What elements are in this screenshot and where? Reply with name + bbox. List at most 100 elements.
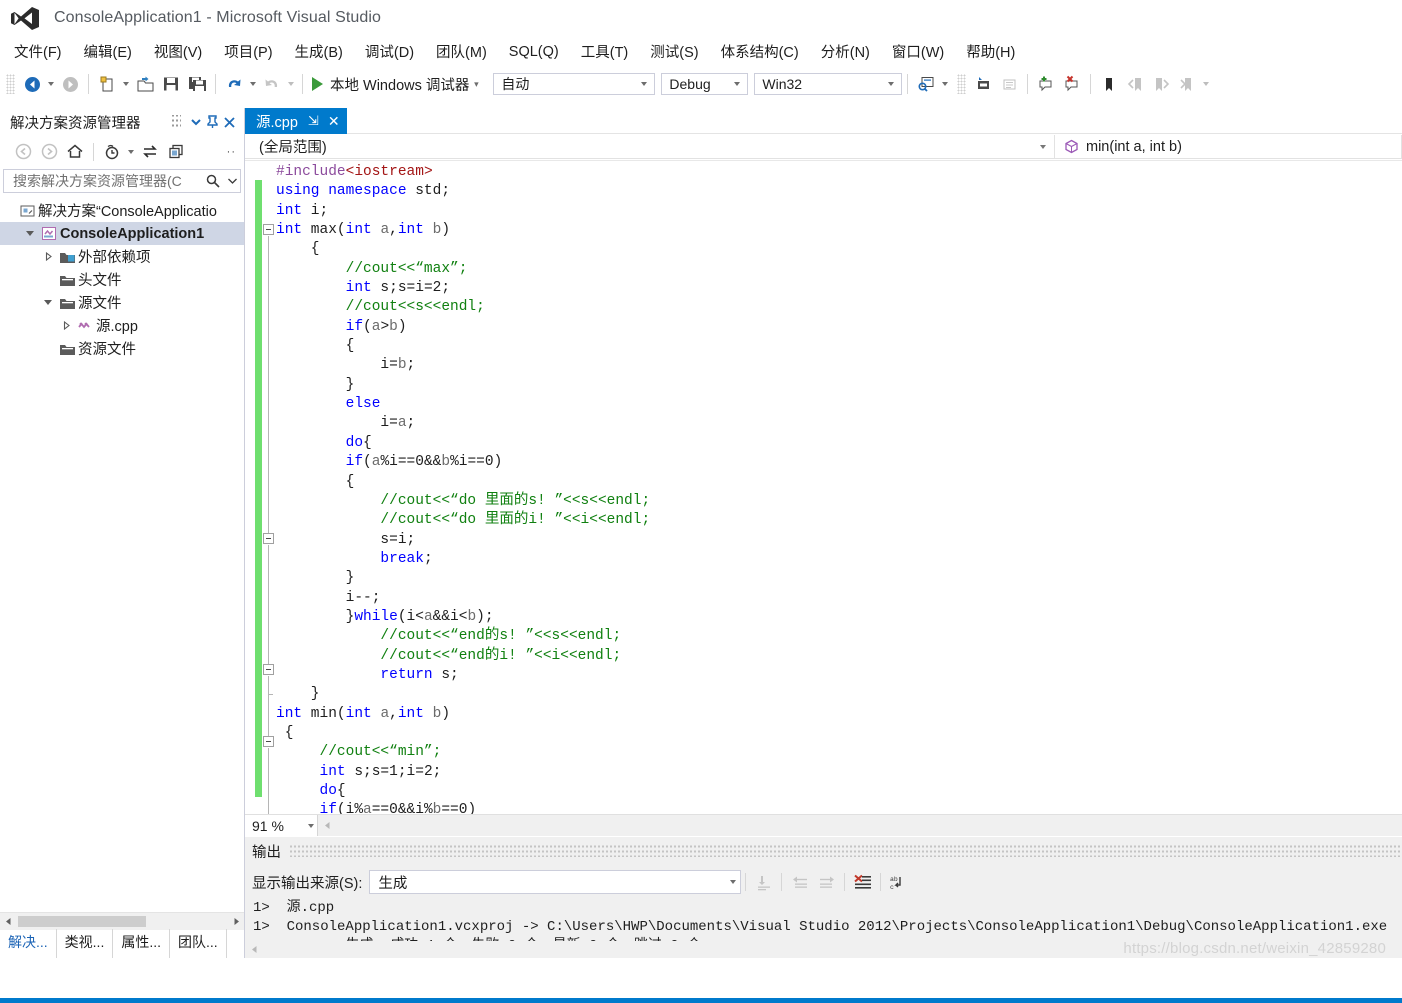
pin-icon[interactable] [204,114,221,131]
undo-dropdown-icon[interactable] [247,71,259,97]
add-breakpoint-icon[interactable] [1033,71,1059,97]
jump-to-icon[interactable] [750,869,777,895]
close-icon[interactable] [221,114,238,131]
tab-class-view[interactable]: 类视... [57,929,114,958]
menu-item-project[interactable]: 项目(P) [224,39,284,64]
chevron-down-icon[interactable] [187,114,204,131]
forward-icon[interactable] [36,140,62,164]
fold-box-min[interactable] [263,736,274,747]
find-icon[interactable] [913,71,939,97]
tree-item-source-cpp[interactable]: 源.cpp [0,314,244,337]
word-wrap-icon[interactable]: ab c [885,869,912,895]
find-dropdown-icon[interactable] [939,71,951,97]
tree-item-project[interactable]: ConsoleApplication1 [0,222,244,245]
scrollbar-track[interactable] [16,915,228,928]
close-icon[interactable]: ✕ [328,113,340,130]
tab-properties[interactable]: 属性... [113,929,171,958]
menu-item-view[interactable]: 视图(V) [154,39,214,64]
go-to-next-icon[interactable] [813,869,840,895]
clear-bookmarks-icon[interactable] [1174,71,1200,97]
fold-box-max[interactable] [263,224,274,235]
collapse-all-icon[interactable] [163,140,189,164]
redo-icon[interactable] [259,71,285,97]
menu-item-build[interactable]: 生成(B) [295,39,355,64]
tree-item-source-files[interactable]: 源文件 [0,291,244,314]
tree-expander[interactable] [22,231,38,236]
tab-team-explorer[interactable]: 团队... [170,929,227,958]
uncomment-icon[interactable] [996,71,1022,97]
menu-item-edit[interactable]: 编辑(E) [84,39,144,64]
toolbar-overflow-icon[interactable] [1200,71,1212,97]
tree-item-resource-files[interactable]: 资源文件 [0,337,244,360]
scope-combo[interactable]: (全局范围) [245,135,1055,159]
outlining-margin[interactable] [262,161,276,816]
tree-item-header-files[interactable]: 头文件 [0,268,244,291]
menu-item-analyze[interactable]: 分析(N) [821,39,882,64]
bookmark-icon[interactable] [1096,71,1122,97]
start-debugging-button[interactable]: 本地 Windows 调试器 ▾ [308,71,487,97]
chevron-down-icon[interactable] [125,140,137,164]
menu-item-architecture[interactable]: 体系结构(C) [721,39,811,64]
search-dropdown-icon[interactable] [224,178,240,184]
menu-item-sql[interactable]: SQL(Q) [509,42,571,62]
scroll-left-icon[interactable] [0,914,16,930]
pin-icon[interactable]: ⇲ [308,113,319,129]
prev-bookmark-icon[interactable] [1122,71,1148,97]
toolbar-grip[interactable] [957,74,967,94]
menu-item-debug[interactable]: 调试(D) [365,39,426,64]
toolbar-grip[interactable] [6,74,15,94]
menu-item-test[interactable]: 测试(S) [650,39,710,64]
delete-breakpoint-icon[interactable] [1059,71,1085,97]
document-tab-source-cpp[interactable]: 源.cpp ⇲ ✕ [245,108,347,134]
navigate-back-dropdown-icon[interactable] [45,71,57,97]
menu-item-file[interactable]: 文件(F) [14,39,74,64]
sync-icon[interactable] [137,140,163,164]
comment-icon[interactable] [970,71,996,97]
code-editor[interactable]: #include<iostream> using namespace std; in… [245,161,1402,816]
scroll-left-icon[interactable] [318,815,336,836]
debug-target-combo[interactable]: 自动 [493,73,656,95]
output-text[interactable]: 1> 源.cpp 1> ConsoleApplication1.vcxproj … [245,899,1402,941]
search-input[interactable] [11,172,202,190]
new-project-dropdown-icon[interactable] [120,71,132,97]
search-icon[interactable] [202,174,224,188]
tree-expander[interactable] [58,321,74,330]
zoom-level-combo[interactable]: 91 % [245,815,318,836]
new-project-icon[interactable] [94,71,120,97]
solution-explorer-horizontal-scrollbar[interactable] [0,912,244,930]
tree-item-solution[interactable]: 解决方案“ConsoleApplicatio [0,199,244,222]
fold-box-inner[interactable] [263,533,274,544]
panel-grip[interactable] [289,845,1402,857]
pending-changes-icon[interactable] [99,140,125,164]
scroll-right-icon[interactable] [228,914,244,930]
home-icon[interactable] [62,140,88,164]
menu-item-window[interactable]: 窗口(W) [892,39,956,64]
start-debugging-dropdown-icon[interactable]: ▾ [469,79,483,90]
scrollbar-thumb[interactable] [18,916,146,927]
configuration-combo[interactable]: Debug [661,73,749,95]
output-source-combo[interactable]: 生成 [369,870,742,894]
redo-dropdown-icon[interactable] [285,71,297,97]
menu-item-team[interactable]: 团队(M) [436,39,499,64]
solution-search-box[interactable] [3,169,241,193]
next-bookmark-icon[interactable] [1148,71,1174,97]
menu-item-tools[interactable]: 工具(T) [581,39,641,64]
tree-item-external-dependencies[interactable]: 外部依赖项 [0,245,244,268]
scroll-left-icon[interactable] [245,939,263,960]
open-file-icon[interactable] [132,71,158,97]
tree-expander[interactable] [40,300,56,305]
overflow-icon[interactable]: ·· [227,146,236,158]
back-icon[interactable] [10,140,36,164]
fold-box-end[interactable] [263,664,274,675]
tree-expander[interactable] [40,252,56,261]
tab-solution-explorer[interactable]: 解决... [0,929,57,958]
clear-all-icon[interactable] [849,869,876,895]
menu-item-help[interactable]: 帮助(H) [966,39,1027,64]
undo-icon[interactable] [221,71,247,97]
navigate-forward-icon[interactable] [57,71,83,97]
member-combo[interactable]: min(int a, int b) [1055,135,1402,159]
go-to-previous-icon[interactable] [786,869,813,895]
save-all-icon[interactable] [184,71,210,97]
save-icon[interactable] [158,71,184,97]
platform-combo[interactable]: Win32 [754,73,903,95]
